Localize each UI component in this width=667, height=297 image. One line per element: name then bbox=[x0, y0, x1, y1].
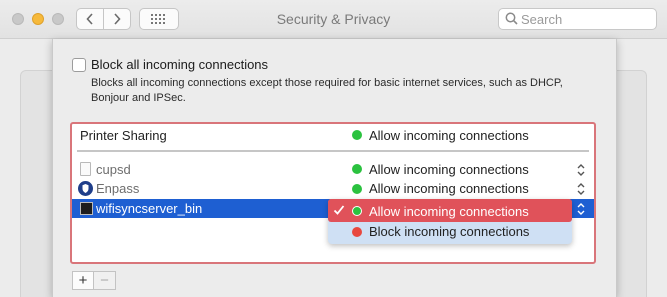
menu-item-block-label[interactable]: Block incoming connections bbox=[369, 224, 529, 239]
app-name-wifisyncserver[interactable]: wifisyncserver_bin bbox=[96, 201, 202, 216]
block-status-dot bbox=[352, 227, 362, 237]
service-name: Printer Sharing bbox=[80, 128, 167, 143]
app-name-cupsd[interactable]: cupsd bbox=[96, 162, 131, 177]
block-all-label: Block all incoming connections bbox=[91, 57, 269, 72]
block-all-description: Blocks all incoming connections except t… bbox=[91, 77, 563, 104]
allow-status-dot bbox=[352, 130, 362, 140]
terminal-icon bbox=[80, 202, 93, 215]
checkmark-icon bbox=[333, 205, 345, 215]
up-down-chevron-icon[interactable] bbox=[576, 182, 586, 196]
app-status-cupsd[interactable]: Allow incoming connections bbox=[369, 162, 529, 177]
app-name-enpass[interactable]: Enpass bbox=[96, 181, 139, 196]
service-status: Allow incoming connections bbox=[369, 128, 529, 143]
menu-item-allow-label[interactable]: Allow incoming connections bbox=[369, 204, 529, 219]
allow-status-dot bbox=[352, 184, 362, 194]
search-field[interactable] bbox=[498, 8, 657, 30]
search-icon bbox=[505, 12, 518, 25]
remove-app-button[interactable]: − bbox=[94, 271, 116, 290]
enpass-icon bbox=[78, 181, 93, 196]
block-all-checkbox[interactable] bbox=[72, 58, 86, 72]
search-input[interactable] bbox=[521, 10, 651, 28]
file-icon bbox=[80, 162, 91, 176]
enpass-logo-icon bbox=[82, 184, 89, 193]
up-down-chevron-icon[interactable] bbox=[576, 202, 586, 216]
allow-status-dot bbox=[352, 164, 362, 174]
list-divider bbox=[77, 150, 589, 152]
title-bar: Security & Privacy bbox=[0, 0, 667, 39]
add-app-button[interactable]: + bbox=[72, 271, 94, 290]
minus-icon: − bbox=[100, 272, 109, 289]
allow-status-dot bbox=[352, 206, 362, 216]
up-down-chevron-icon[interactable] bbox=[576, 163, 586, 177]
app-status-enpass[interactable]: Allow incoming connections bbox=[369, 181, 529, 196]
plus-icon: + bbox=[78, 272, 88, 289]
